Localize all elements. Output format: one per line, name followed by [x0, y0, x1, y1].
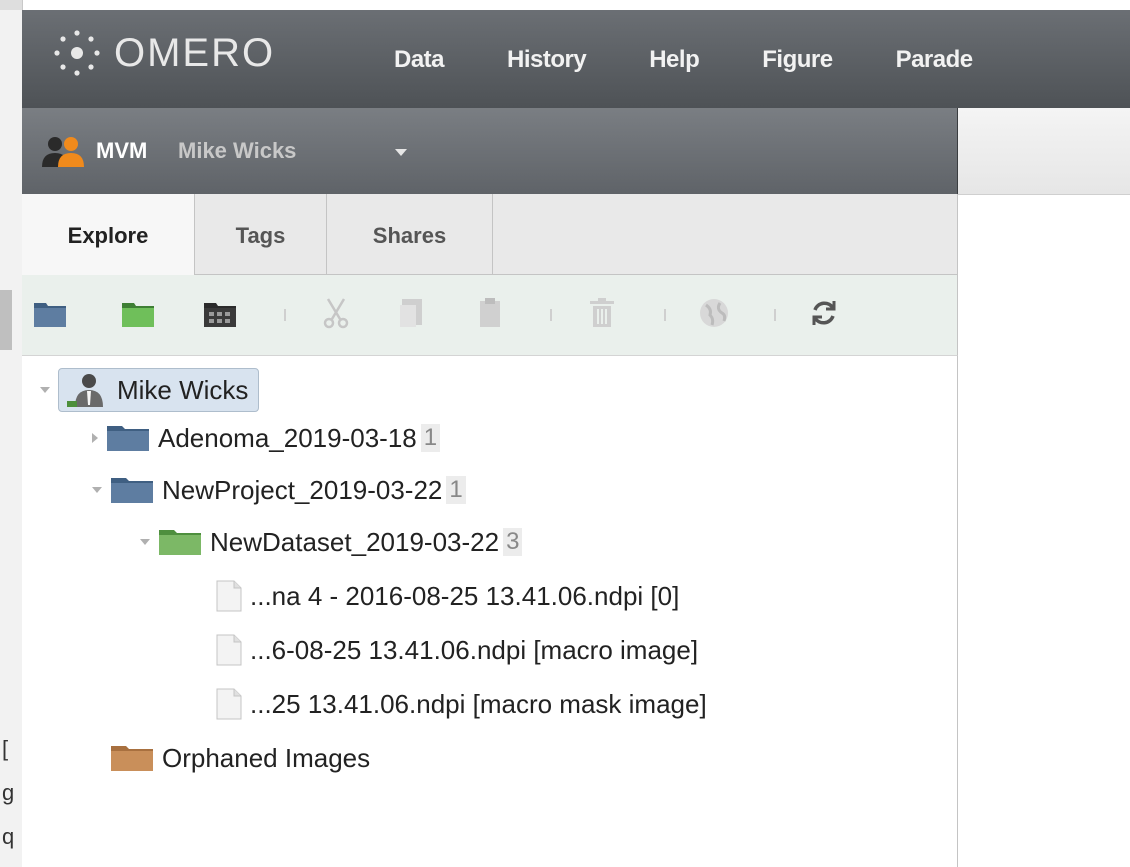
dataset-label: NewDataset_2019-03-22	[210, 526, 500, 557]
tree-root-label: Mike Wicks	[117, 374, 249, 405]
tab-shares[interactable]: Shares	[327, 194, 493, 274]
paste-icon[interactable]	[470, 293, 510, 333]
collapse-toggle[interactable]	[92, 487, 102, 493]
dataset-folder-icon	[159, 530, 201, 555]
menu-data[interactable]: Data	[394, 46, 445, 74]
background-scrollbar	[0, 290, 12, 350]
tree-toolbar	[22, 275, 958, 356]
user-group-selector[interactable]: MVM Mike Wicks	[22, 108, 958, 194]
main-menu: Data History Help Figure Parade	[394, 46, 1036, 74]
orphaned-label: Orphaned Images	[162, 742, 371, 773]
left-panel-tabs: Explore Tags Shares	[22, 194, 958, 275]
user-icon	[67, 374, 103, 407]
omero-app: OMERO Data History Help Figure Parade MV…	[22, 10, 1130, 867]
toolbar-divider	[550, 309, 552, 321]
omero-logo[interactable]: OMERO	[52, 28, 275, 78]
toolbar-divider	[774, 309, 776, 321]
tree-image-node[interactable]: ...na 4 - 2016-08-25 13.41.06.ndpi [0]	[216, 574, 679, 618]
top-navigation-bar: OMERO Data History Help Figure Parade	[22, 10, 1130, 109]
user-name: Mike Wicks	[178, 138, 297, 163]
toolbar-divider	[664, 309, 666, 321]
child-count: 1	[446, 476, 466, 504]
refresh-icon[interactable]	[804, 293, 844, 333]
toolbar-divider	[284, 309, 286, 321]
child-count: 1	[420, 424, 441, 452]
tree-orphaned-node[interactable]: Orphaned Images	[110, 736, 370, 780]
image-file-icon	[216, 688, 242, 720]
image-label: ...na 4 - 2016-08-25 13.41.06.ndpi [0]	[250, 580, 680, 611]
expand-toggle[interactable]	[92, 433, 98, 443]
background-glyph: g	[2, 780, 15, 805]
users-icon	[42, 137, 84, 167]
menu-history[interactable]: History	[507, 46, 587, 74]
project-folder-icon	[107, 426, 149, 451]
menu-help[interactable]: Help	[649, 46, 700, 74]
child-count: 3	[503, 528, 523, 556]
new-screen-icon[interactable]	[200, 293, 240, 333]
tree-image-node[interactable]: ...25 13.41.06.ndpi [macro mask image]	[216, 682, 707, 726]
tree-project-node[interactable]: Adenoma_2019-03-18 1	[92, 416, 441, 460]
chevron-down-icon[interactable]	[395, 149, 407, 156]
menu-figure[interactable]: Figure	[762, 46, 833, 74]
image-file-icon	[216, 580, 242, 612]
background-window-edge: [ g q	[0, 0, 23, 867]
right-panel-header	[958, 108, 1130, 195]
globe-icon[interactable]	[694, 293, 734, 333]
tab-tags[interactable]: Tags	[195, 194, 327, 274]
delete-icon[interactable]	[582, 293, 622, 333]
copy-icon[interactable]	[392, 293, 432, 333]
tree-root-selected[interactable]: Mike Wicks	[58, 368, 260, 412]
collapse-toggle[interactable]	[140, 539, 150, 545]
image-label: ...6-08-25 13.41.06.ndpi [macro image]	[250, 634, 699, 665]
project-label: NewProject_2019-03-22	[162, 474, 443, 505]
tree-image-node[interactable]: ...6-08-25 13.41.06.ndpi [macro image]	[216, 628, 698, 672]
background-gap	[0, 0, 22, 10]
tree-root-node[interactable]: Mike Wicks	[40, 368, 260, 412]
new-dataset-icon[interactable]	[118, 293, 158, 333]
data-tree: Mike Wicks Adenoma_2019-03-18 1 NewProje…	[22, 356, 958, 867]
image-file-icon	[216, 634, 242, 666]
group-name: MVM	[96, 138, 148, 163]
background-glyph: [	[2, 736, 9, 761]
new-project-icon[interactable]	[30, 293, 70, 333]
image-label: ...25 13.41.06.ndpi [macro mask image]	[250, 688, 707, 719]
collapse-toggle[interactable]	[40, 387, 50, 393]
omero-logo-icon	[54, 30, 100, 76]
cut-icon[interactable]	[316, 293, 356, 333]
background-glyph: q	[2, 824, 15, 849]
menu-parade[interactable]: Parade	[896, 46, 974, 74]
orphaned-folder-icon	[111, 746, 153, 771]
project-label: Adenoma_2019-03-18	[158, 422, 417, 453]
logo-text: OMERO	[114, 30, 276, 75]
tab-explore[interactable]: Explore	[22, 194, 195, 275]
tree-project-node[interactable]: NewProject_2019-03-22 1	[92, 468, 466, 512]
tree-dataset-node[interactable]: NewDataset_2019-03-22 3	[140, 520, 523, 564]
project-folder-icon	[111, 478, 153, 503]
